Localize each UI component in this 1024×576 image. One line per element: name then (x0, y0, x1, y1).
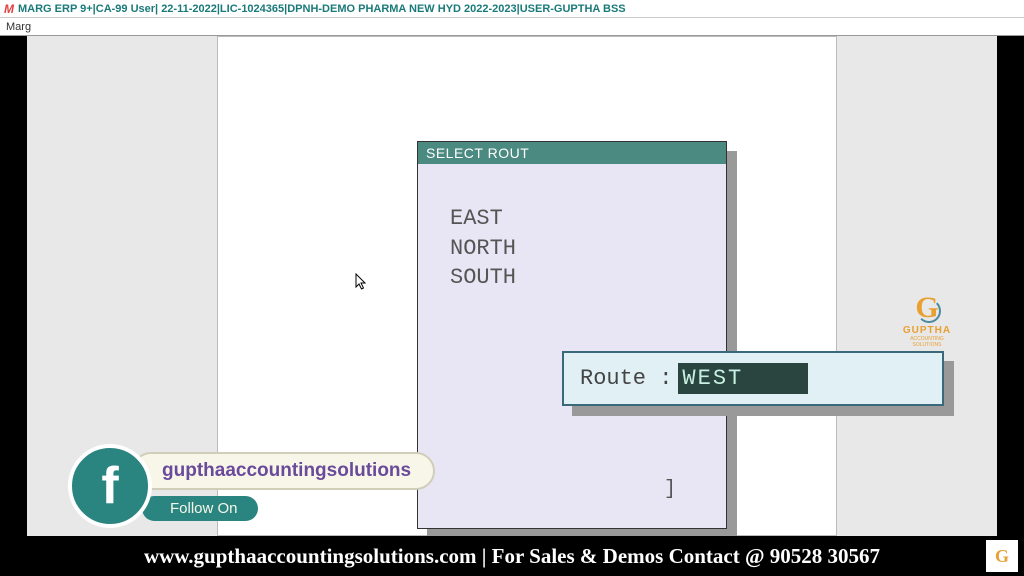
route-option-east[interactable]: EAST (450, 204, 706, 234)
follow-on-button[interactable]: Follow On (142, 496, 258, 521)
select-route-dialog: SELECT ROUT EAST NORTH SOUTH ] (417, 141, 727, 529)
app-icon: M (4, 2, 14, 16)
facebook-icon[interactable]: f (68, 444, 152, 528)
logo-swirl-icon (917, 299, 941, 323)
bottom-banner: www.gupthaaccountingsolutions.com | For … (0, 536, 1024, 576)
window-titlebar: M MARG ERP 9+|CA-99 User| 22-11-2022|LIC… (0, 0, 1024, 18)
banner-text: www.gupthaaccountingsolutions.com | For … (144, 544, 880, 569)
dialog-body: EAST NORTH SOUTH ] (418, 164, 726, 526)
route-input[interactable] (678, 363, 808, 394)
guptha-logo: G GUPTHA ACCOUNTING SOLUTIONS (897, 291, 957, 348)
banner-logo-icon: G (986, 540, 1018, 572)
logo-letter: G (897, 291, 957, 325)
route-option-south[interactable]: SOUTH (450, 263, 706, 293)
route-input-box: Route : (562, 351, 944, 406)
facebook-widget: f gupthaaccountingsolutions Follow On (68, 444, 435, 528)
route-label: Route : (580, 366, 672, 391)
right-strip (997, 36, 1024, 576)
close-bracket: ] (664, 478, 676, 501)
logo-subtitle: ACCOUNTING SOLUTIONS (897, 336, 957, 348)
logo-brand: GUPTHA (897, 325, 957, 336)
facebook-handle[interactable]: gupthaaccountingsolutions (132, 452, 435, 490)
titlebar-text: MARG ERP 9+|CA-99 User| 22-11-2022|LIC-1… (18, 3, 626, 15)
menu-item-marg[interactable]: Marg (6, 21, 31, 33)
left-strip (0, 36, 27, 576)
dialog-title: SELECT ROUT (418, 142, 726, 164)
fb-pill-group: gupthaaccountingsolutions Follow On (132, 452, 435, 521)
route-option-north[interactable]: NORTH (450, 234, 706, 264)
menubar: Marg (0, 18, 1024, 36)
